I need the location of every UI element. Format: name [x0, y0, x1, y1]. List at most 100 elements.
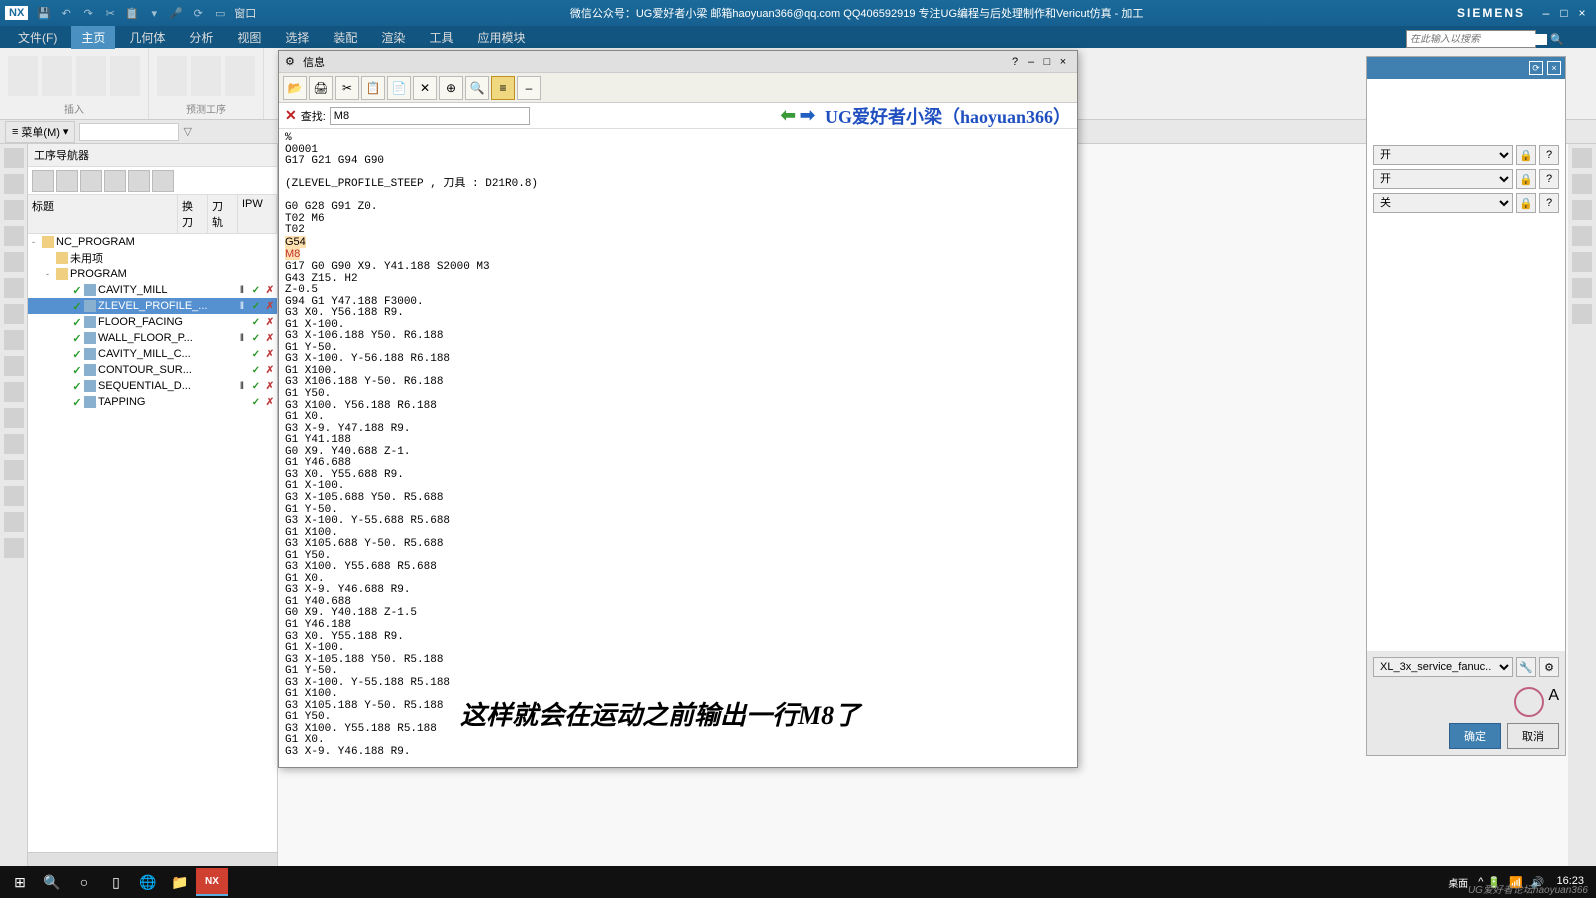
- create-tool-icon[interactable]: [8, 56, 38, 96]
- menu-item[interactable]: 应用模块: [467, 26, 535, 49]
- info-maximize-button[interactable]: □: [1039, 54, 1055, 70]
- option-select[interactable]: 关: [1373, 193, 1513, 213]
- tool-icon[interactable]: [4, 408, 24, 428]
- panel-tool-icon[interactable]: [80, 170, 102, 192]
- menu-item[interactable]: 视图: [227, 26, 271, 49]
- target-icon[interactable]: ⊕: [439, 76, 463, 100]
- taskview-button[interactable]: ▯: [100, 868, 132, 896]
- tool-icon[interactable]: [1572, 200, 1592, 220]
- find-prev-icon[interactable]: ⬅: [781, 105, 796, 126]
- window-icon[interactable]: ▭: [212, 5, 228, 21]
- tree-row[interactable]: ✓CONTOUR_SUR...✓✗: [28, 362, 277, 378]
- panel-tool-icon[interactable]: [32, 170, 54, 192]
- wrench-icon[interactable]: 🔧: [1516, 657, 1536, 677]
- lock-icon[interactable]: 🔒: [1516, 145, 1536, 165]
- sync-icon[interactable]: ⟳: [190, 5, 206, 21]
- tool-icon[interactable]: [4, 304, 24, 324]
- drill-icon[interactable]: [157, 56, 187, 96]
- tool-icon[interactable]: [1572, 226, 1592, 246]
- ok-button[interactable]: 确定: [1449, 723, 1501, 749]
- operation-tree[interactable]: -NC_PROGRAM未用项-PROGRAM✓CAVITY_MILL‖✓✗✓ZL…: [28, 234, 277, 852]
- dropdown-icon[interactable]: ▾: [146, 5, 162, 21]
- explorer-icon[interactable]: 📁: [164, 868, 196, 896]
- postprocessor-select[interactable]: XL_3x_service_fanuc..: [1373, 657, 1513, 677]
- tool-icon[interactable]: [4, 278, 24, 298]
- settings-icon[interactable]: ⚙: [1539, 657, 1559, 677]
- info-minimize-button[interactable]: –: [1023, 54, 1039, 70]
- menu-item[interactable]: 工具: [419, 26, 463, 49]
- tool-icon[interactable]: [4, 174, 24, 194]
- create-geometry-icon[interactable]: [42, 56, 72, 96]
- delete-icon[interactable]: ✕: [413, 76, 437, 100]
- cortana-button[interactable]: ○: [68, 868, 100, 896]
- menu-item[interactable]: 主页: [71, 26, 115, 49]
- help-icon[interactable]: ?: [1539, 145, 1559, 165]
- tool-icon[interactable]: [1572, 174, 1592, 194]
- tree-row[interactable]: -PROGRAM: [28, 266, 277, 282]
- col-title[interactable]: 标题: [28, 195, 178, 233]
- ribbon-icon[interactable]: [225, 56, 255, 96]
- tool-icon[interactable]: [1572, 252, 1592, 272]
- find-input[interactable]: [330, 107, 530, 125]
- tool-icon[interactable]: [1572, 278, 1592, 298]
- contour-icon[interactable]: [191, 56, 221, 96]
- edge-icon[interactable]: 🌐: [132, 868, 164, 896]
- filter-combo[interactable]: [79, 123, 179, 141]
- close-find-icon[interactable]: ✕: [285, 107, 297, 124]
- tool-icon[interactable]: [1572, 148, 1592, 168]
- gear-icon[interactable]: ⚙: [285, 55, 299, 69]
- close-button[interactable]: ×: [1573, 4, 1591, 22]
- tree-row[interactable]: ✓SEQUENTIAL_D...‖✓✗: [28, 378, 277, 394]
- tree-row[interactable]: -NC_PROGRAM: [28, 234, 277, 250]
- copy-icon[interactable]: 📋: [361, 76, 385, 100]
- col-toolpath[interactable]: 刀轨: [208, 195, 238, 233]
- print-icon[interactable]: 🖨: [309, 76, 333, 100]
- tool-icon[interactable]: [4, 226, 24, 246]
- dialog-reset-icon[interactable]: ⟳: [1529, 61, 1543, 75]
- tool-icon[interactable]: [4, 434, 24, 454]
- window-menu-label[interactable]: 窗口: [234, 5, 256, 21]
- minimize-button[interactable]: –: [1537, 4, 1555, 22]
- search-button[interactable]: 🔍: [36, 868, 68, 896]
- menu-item[interactable]: 装配: [323, 26, 367, 49]
- panel-tool-icon[interactable]: [56, 170, 78, 192]
- help-icon[interactable]: ?: [1539, 193, 1559, 213]
- tool-icon[interactable]: [4, 538, 24, 558]
- command-search[interactable]: 🔍: [1406, 30, 1536, 48]
- cut-icon[interactable]: ✂: [335, 76, 359, 100]
- col-ipw[interactable]: IPW: [238, 195, 277, 233]
- tool-icon[interactable]: [4, 252, 24, 272]
- tool-icon[interactable]: [4, 200, 24, 220]
- info-close-button[interactable]: ×: [1055, 54, 1071, 70]
- tree-row[interactable]: 未用项: [28, 250, 277, 266]
- lock-icon[interactable]: 🔒: [1516, 169, 1536, 189]
- panel-tool-icon[interactable]: [128, 170, 150, 192]
- panel-tool-icon[interactable]: [152, 170, 174, 192]
- copy-icon[interactable]: 📋: [124, 5, 140, 21]
- minus-icon[interactable]: –: [517, 76, 541, 100]
- paste-icon[interactable]: 📄: [387, 76, 411, 100]
- option-select[interactable]: 开: [1373, 169, 1513, 189]
- lock-icon[interactable]: 🔒: [1516, 193, 1536, 213]
- info-titlebar[interactable]: ⚙ 信息 ? – □ ×: [279, 51, 1077, 73]
- tool-icon[interactable]: [4, 356, 24, 376]
- menu-item[interactable]: 选择: [275, 26, 319, 49]
- col-toolchange[interactable]: 换刀: [178, 195, 208, 233]
- tool-icon[interactable]: [4, 148, 24, 168]
- option-select[interactable]: 开: [1373, 145, 1513, 165]
- menu-item[interactable]: 文件(F): [8, 26, 67, 49]
- help-icon[interactable]: ?: [1539, 169, 1559, 189]
- open-icon[interactable]: 📂: [283, 76, 307, 100]
- desktop-label[interactable]: 桌面: [1448, 875, 1468, 890]
- tool-icon[interactable]: [4, 486, 24, 506]
- tool-icon[interactable]: [4, 460, 24, 480]
- tree-row[interactable]: ✓FLOOR_FACING✓✗: [28, 314, 277, 330]
- cancel-button[interactable]: 取消: [1507, 723, 1559, 749]
- menu-item[interactable]: 渲染: [371, 26, 415, 49]
- menu-item[interactable]: 分析: [179, 26, 223, 49]
- tree-row[interactable]: ✓TAPPING✓✗: [28, 394, 277, 410]
- redo-icon[interactable]: ↷: [80, 5, 96, 21]
- panel-tool-icon[interactable]: [104, 170, 126, 192]
- tool-icon[interactable]: [4, 512, 24, 532]
- create-operation-icon[interactable]: [76, 56, 106, 96]
